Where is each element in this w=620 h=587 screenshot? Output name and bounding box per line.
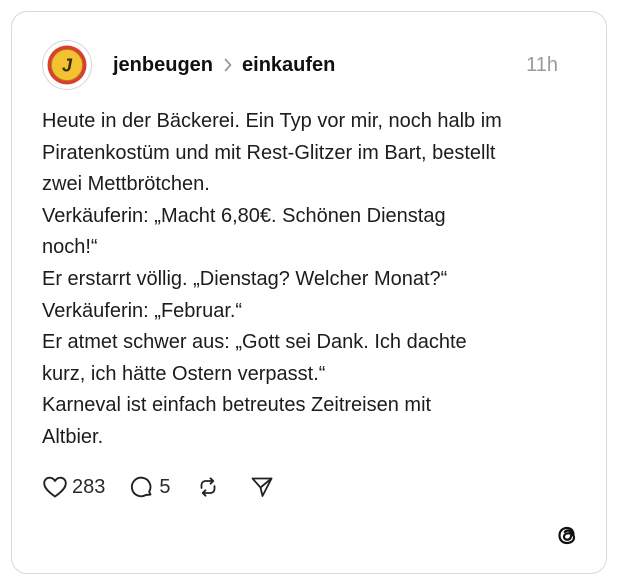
- share-button[interactable]: [249, 475, 279, 499]
- post-line: noch!“: [42, 236, 98, 259]
- post-line: zwei Mettbrötchen.: [42, 173, 210, 196]
- comment-count: 5: [159, 475, 171, 498]
- post-line: Altbier.: [42, 425, 104, 448]
- post-line: Er atmet schwer aus: „Gott sei Dank. Ich…: [42, 331, 467, 354]
- post-line: kurz, ich hätte Ostern verpasst.“: [42, 362, 326, 385]
- post-line: Piratenkostüm und mit Rest-Glitzer im Ba…: [42, 141, 496, 164]
- post-line: Karneval ist einfach betreutes Zeitreise…: [42, 394, 432, 417]
- like-button[interactable]: 283: [42, 475, 105, 499]
- repost-icon: [195, 475, 221, 499]
- author-row: jenbeugen einkaufen: [113, 54, 335, 77]
- threads-logo-icon: [554, 522, 580, 548]
- post-body: Heute in der Bäckerei. Ein Typ vor mir, …: [42, 106, 562, 454]
- avatar[interactable]: J: [42, 40, 92, 90]
- like-count: 283: [72, 475, 106, 498]
- post-line: Er erstarrt völlig. „Dienstag? Welcher M…: [42, 267, 448, 290]
- avatar-letter: J: [62, 56, 73, 76]
- post-line: Verkäuferin: „Macht 6,80€. Schönen Diens…: [42, 204, 446, 227]
- post-line: Heute in der Bäckerei. Ein Typ vor mir, …: [42, 110, 502, 132]
- send-icon: [249, 475, 275, 499]
- post-line: Verkäuferin: „Februar.“: [42, 299, 243, 322]
- post-timestamp: 11h: [526, 53, 558, 76]
- action-bar: 283 5: [42, 472, 303, 502]
- author-name[interactable]: jenbeugen: [113, 54, 213, 77]
- post-header: J jenbeugen einkaufen 11h: [42, 40, 576, 90]
- community-name[interactable]: einkaufen: [242, 54, 335, 77]
- repost-button[interactable]: [195, 475, 225, 499]
- comment-button[interactable]: 5: [129, 475, 171, 499]
- avatar-logo: J: [47, 45, 87, 85]
- chevron-right-icon: [223, 57, 233, 73]
- comment-icon: [129, 475, 155, 499]
- post-card: J jenbeugen einkaufen 11h Heute in der B…: [11, 11, 607, 574]
- heart-icon: [42, 475, 68, 499]
